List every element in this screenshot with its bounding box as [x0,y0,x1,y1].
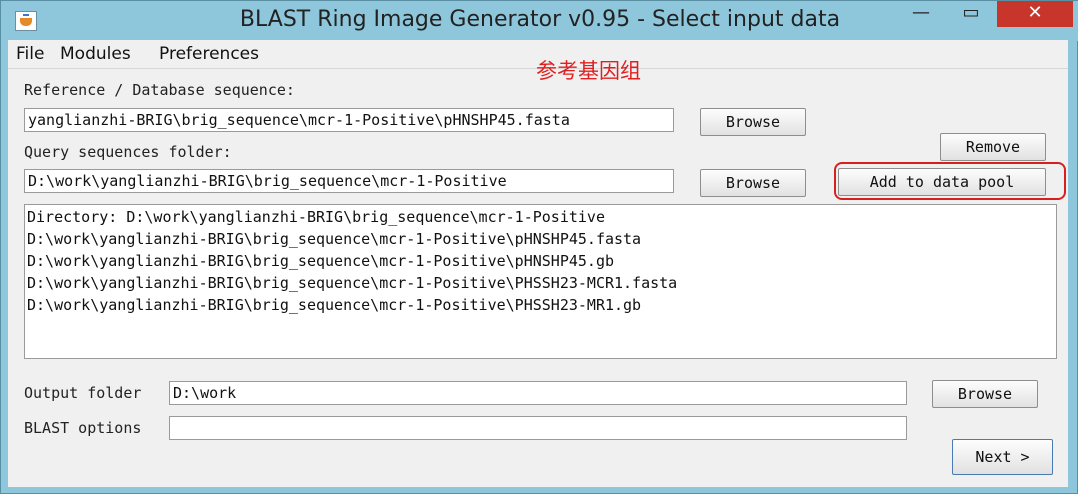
menu-file[interactable]: File [16,44,44,64]
close-button[interactable]: ✕ [997,1,1073,27]
query-browse-button[interactable]: Browse [700,169,806,197]
next-button[interactable]: Next > [952,439,1053,475]
reference-field[interactable]: yanglianzhi-BRIG\brig_sequence\mcr-1-Pos… [24,108,674,132]
list-item[interactable]: D:\work\yanglianzhi-BRIG\brig_sequence\m… [27,272,1056,294]
menu-modules[interactable]: Modules [60,44,131,64]
list-item[interactable]: D:\work\yanglianzhi-BRIG\brig_sequence\m… [27,294,1056,316]
output-folder-label: Output folder [24,384,142,402]
remove-button[interactable]: Remove [940,133,1046,161]
query-label: Query sequences folder: [24,143,232,161]
list-item[interactable]: D:\work\yanglianzhi-BRIG\brig_sequence\m… [27,228,1056,250]
query-folder-field[interactable]: D:\work\yanglianzhi-BRIG\brig_sequence\m… [24,169,674,193]
output-browse-button[interactable]: Browse [932,380,1038,408]
title-bar[interactable]: BLAST Ring Image Generator v0.95 - Selec… [1,1,1078,41]
reference-label: Reference / Database sequence: [24,81,295,99]
highlight-box [834,162,1066,200]
blast-options-label: BLAST options [24,419,142,437]
annotation-text: 参考基因组 [536,59,641,83]
reference-browse-button[interactable]: Browse [700,108,806,136]
list-item[interactable]: Directory: D:\work\yanglianzhi-BRIG\brig… [27,206,1056,228]
data-pool-list[interactable]: Directory: D:\work\yanglianzhi-BRIG\brig… [24,204,1057,359]
blast-options-field[interactable] [169,416,907,440]
menu-preferences[interactable]: Preferences [159,44,259,64]
output-folder-field[interactable]: D:\work [169,381,907,405]
list-item[interactable]: D:\work\yanglianzhi-BRIG\brig_sequence\m… [27,250,1056,272]
minimize-button[interactable]: — [901,1,941,27]
maximize-button[interactable]: ▭ [951,1,991,27]
